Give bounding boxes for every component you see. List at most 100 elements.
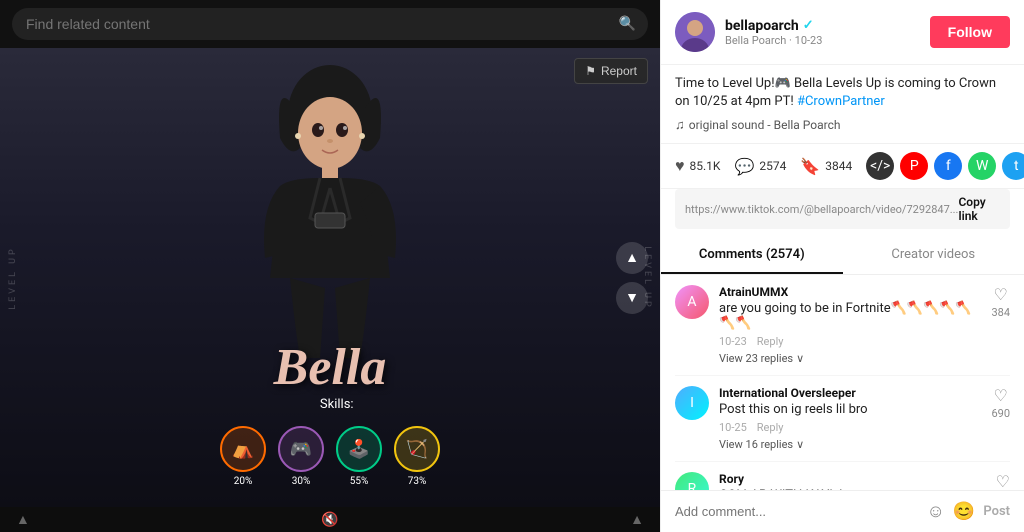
comment-actions: ☺ 😊 Post [927, 501, 1010, 522]
bookmark-icon: 🔖 [800, 157, 820, 176]
skill-item: 🏹 73% [394, 426, 440, 487]
comment-like-1: ♡ 384 [991, 285, 1010, 319]
post-comment-button[interactable]: Post [983, 504, 1010, 519]
post-text: Time to Level Up!🎮 Bella Levels Up is co… [675, 75, 1010, 111]
skill-circle-4: 🏹 [394, 426, 440, 472]
right-panel: bellapoarch ✓ Bella Poarch · 10-23 Follo… [660, 0, 1024, 532]
like-count-1: 384 [991, 306, 1010, 319]
share-whatsapp-button[interactable]: W [968, 152, 996, 180]
author-name: bellapoarch ✓ [725, 18, 930, 34]
nav-arrows: ▲ ▼ [616, 242, 648, 314]
commenter-avatar-3: R [675, 472, 709, 490]
like-action[interactable]: ♥ 85.1K [675, 156, 720, 176]
bella-title: Bella [274, 338, 387, 397]
skill-item: 🕹️ 55% [336, 426, 382, 487]
comment-date-2: 10-25 [719, 421, 747, 434]
reply-button-2[interactable]: Reply [757, 421, 784, 434]
side-text-left: LEVEL UP [8, 246, 18, 309]
bookmark-count: 3844 [825, 159, 852, 173]
skill-circle-1: ⛺ [220, 426, 266, 472]
add-comment-bar: ☺ 😊 Post [661, 490, 1024, 532]
volume-icon[interactable]: 🔇 [321, 512, 338, 528]
author-section: bellapoarch ✓ Bella Poarch · 10-23 Follo… [661, 0, 1024, 65]
share-facebook-button[interactable]: f [934, 152, 962, 180]
author-info: bellapoarch ✓ Bella Poarch · 10-23 [725, 18, 930, 47]
view-replies-2[interactable]: View 16 replies ∨ [719, 438, 981, 451]
view-replies-1[interactable]: View 23 replies ∨ [719, 352, 981, 365]
comment-body-1: AtrainUMMX are you going to be in Fortni… [719, 285, 981, 365]
skill-pct-2: 30% [292, 476, 311, 487]
report-button[interactable]: ⚑ Report [574, 58, 648, 84]
skill-pct-3: 55% [350, 476, 369, 487]
commenter-avatar-1: A [675, 285, 709, 319]
skills-label: Skills: [320, 397, 354, 412]
sound-info: ♫ original sound - Bella Poarch [675, 117, 1010, 133]
comment-count: 2574 [759, 159, 786, 173]
search-bar: 🔍 [12, 8, 648, 40]
comments-section: A AtrainUMMX are you going to be in Fort… [661, 275, 1024, 490]
comment-item: I International Oversleeper Post this on… [675, 376, 1010, 462]
video-area: LEVEL UP LEVEL UP [0, 48, 660, 507]
left-panel: 🔍 LEVEL UP LEVEL UP [0, 0, 660, 532]
like-count-2: 690 [991, 407, 1010, 420]
comment-text-1: are you going to be in Fortnite🪓🪓🪓🪓🪓🪓🪓 [719, 301, 981, 331]
comment-body-2: International Oversleeper Post this on i… [719, 386, 981, 451]
skill-item: ⛺ 20% [220, 426, 266, 487]
bookmark-action[interactable]: 🔖 3844 [800, 157, 852, 176]
search-icon: 🔍 [619, 16, 636, 32]
music-note-icon: ♫ [675, 117, 685, 133]
nav-up-button[interactable]: ▲ [616, 242, 648, 274]
tab-comments[interactable]: Comments (2574) [661, 237, 843, 274]
emoji-icon-1[interactable]: ☺ [927, 501, 945, 522]
comment-body-3: Rory COLLAB WITH KAYLA 10-26 Reply View … [719, 472, 986, 490]
comment-action[interactable]: 💬 2574 [734, 157, 786, 176]
comment-meta-1: 10-23 Reply [719, 335, 981, 348]
report-label: Report [601, 64, 637, 78]
comment-like-3: ♡ 8 [996, 472, 1010, 490]
character-figure [220, 58, 440, 368]
comment-like-2: ♡ 690 [991, 386, 1010, 420]
like-icon-3[interactable]: ♡ [996, 472, 1010, 490]
comment-item: A AtrainUMMX are you going to be in Fort… [675, 275, 1010, 376]
skill-pct-4: 73% [408, 476, 427, 487]
skill-item: 🎮 30% [278, 426, 324, 487]
bottom-bar: ▲ 🔇 ▲ [0, 507, 660, 532]
add-comment-input[interactable] [675, 504, 919, 519]
share-pinterest-button[interactable]: P [900, 152, 928, 180]
next-button[interactable]: ▲ [630, 511, 644, 528]
link-url: https://www.tiktok.com/@bellapoarch/vide… [685, 203, 958, 216]
copy-link-button[interactable]: Copy link [958, 195, 1000, 223]
nav-down-button[interactable]: ▼ [616, 282, 648, 314]
search-input[interactable] [12, 8, 648, 40]
commenter-username-1: AtrainUMMX [719, 285, 981, 299]
comment-icon: 💬 [734, 157, 754, 176]
like-count: 85.1K [690, 159, 721, 173]
comment-item: R Rory COLLAB WITH KAYLA 10-26 Reply Vie… [675, 462, 1010, 490]
verified-icon: ✓ [803, 18, 814, 33]
skill-pct-1: 20% [234, 476, 253, 487]
commenter-avatar-2: I [675, 386, 709, 420]
share-twitter-button[interactable]: t [1002, 152, 1024, 180]
comment-meta-2: 10-25 Reply [719, 421, 981, 434]
commenter-username-2: International Oversleeper [719, 386, 981, 400]
prev-button[interactable]: ▲ [16, 511, 30, 528]
heart-icon: ♥ [675, 156, 685, 176]
avatar [675, 12, 715, 52]
follow-button[interactable]: Follow [930, 16, 1010, 48]
actions-row: ♥ 85.1K 💬 2574 🔖 3844 </> P f W t ↗ [661, 144, 1024, 189]
sound-name: original sound - Bella Poarch [689, 118, 841, 132]
tabs-row: Comments (2574) Creator videos [661, 237, 1024, 275]
like-icon-1[interactable]: ♡ [994, 285, 1008, 304]
tab-creator-videos[interactable]: Creator videos [843, 237, 1024, 274]
flag-icon: ⚑ [585, 64, 596, 78]
skill-circle-3: 🕹️ [336, 426, 382, 472]
emoji-icon-2[interactable]: 😊 [953, 501, 975, 522]
author-handle: Bella Poarch · 10-23 [725, 34, 930, 47]
hashtag[interactable]: #CrownPartner [797, 94, 885, 109]
like-icon-2[interactable]: ♡ [994, 386, 1008, 405]
share-code-button[interactable]: </> [866, 152, 894, 180]
link-bar: https://www.tiktok.com/@bellapoarch/vide… [675, 189, 1010, 229]
reply-button-1[interactable]: Reply [757, 335, 784, 348]
skills-row: ⛺ 20% 🎮 30% 🕹️ 55% 🏹 73% [220, 426, 440, 487]
post-content: Time to Level Up!🎮 Bella Levels Up is co… [661, 65, 1024, 144]
